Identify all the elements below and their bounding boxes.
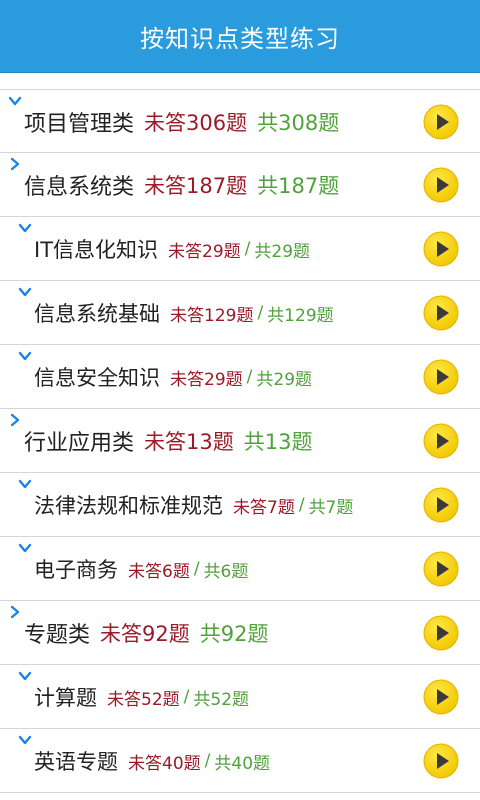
unanswered-count: 未答129题: [170, 305, 254, 326]
item-text: 计算题 未答52题 / 共52题: [34, 665, 249, 729]
chevron-down-icon[interactable]: [8, 94, 22, 108]
item-text: 项目管理类 未答306题 共308题: [24, 90, 339, 154]
play-icon[interactable]: [422, 230, 460, 268]
item-text: 英语专题 未答40题 / 共40题: [34, 729, 270, 793]
item-title: 电子商务: [34, 558, 118, 582]
item-text: 电子商务 未答6题 / 共6题: [34, 537, 248, 601]
play-icon[interactable]: [422, 614, 460, 652]
total-count: 共129题: [267, 305, 334, 326]
item-title: 法律法规和标准规范: [34, 494, 223, 518]
total-count: 共13题: [243, 430, 313, 454]
list-item[interactable]: 计算题 未答52题 / 共52题: [0, 665, 480, 729]
chevron-down-icon[interactable]: [18, 477, 32, 491]
item-title: 信息安全知识: [34, 366, 160, 390]
play-icon[interactable]: [422, 294, 460, 332]
total-count: 共29题: [254, 241, 311, 262]
total-count: 共308题: [257, 111, 340, 135]
item-title: 信息系统类: [24, 175, 135, 200]
count-separator: /: [183, 687, 190, 707]
item-title: 行业应用类: [24, 431, 135, 456]
chevron-right-icon[interactable]: [8, 157, 22, 171]
category-list: 项目管理类 未答306题 共308题 信息系统类 未答187题 共187题 IT信息化知识未…: [0, 89, 480, 793]
list-item[interactable]: 项目管理类 未答306题 共308题: [0, 89, 480, 153]
item-title: 项目管理类: [24, 112, 135, 137]
unanswered-count: 未答52题: [107, 689, 180, 710]
list-item[interactable]: 法律法规和标准规范 未答7题 / 共7题: [0, 473, 480, 537]
list-item[interactable]: 专题类 未答92题 共92题: [0, 601, 480, 665]
item-text: 信息安全知识 未答29题 / 共29题: [34, 345, 312, 409]
list-item[interactable]: 英语专题 未答40题 / 共40题: [0, 729, 480, 793]
total-count: 共7题: [308, 497, 354, 518]
chevron-down-icon[interactable]: [18, 733, 32, 747]
total-count: 共29题: [256, 369, 313, 390]
item-text: IT信息化知识 未答29题 / 共29题: [34, 217, 310, 281]
play-icon[interactable]: [422, 678, 460, 716]
chevron-down-icon[interactable]: [18, 669, 32, 683]
play-icon[interactable]: [422, 550, 460, 588]
chevron-down-icon[interactable]: [18, 541, 32, 555]
count-separator: /: [193, 559, 200, 579]
count-separator: /: [298, 495, 305, 515]
chevron-down-icon[interactable]: [18, 221, 32, 235]
play-icon[interactable]: [422, 422, 460, 460]
item-text: 法律法规和标准规范 未答7题 / 共7题: [34, 473, 353, 537]
total-count: 共92题: [199, 622, 269, 646]
play-icon[interactable]: [422, 486, 460, 524]
total-count: 共6题: [203, 561, 249, 582]
item-text: 行业应用类 未答13题 共13题: [24, 409, 312, 473]
chevron-down-icon[interactable]: [18, 285, 32, 299]
total-count: 共40题: [214, 753, 271, 774]
list-item[interactable]: IT信息化知识 未答29题 / 共29题: [0, 217, 480, 281]
unanswered-count: 未答13题: [144, 430, 234, 454]
count-separator: /: [246, 367, 253, 387]
item-title: 信息系统基础: [34, 302, 160, 326]
total-count: 共52题: [193, 689, 250, 710]
play-icon[interactable]: [422, 166, 460, 204]
chevron-right-icon[interactable]: [8, 413, 22, 427]
unanswered-count: 未答92题: [100, 622, 190, 646]
item-title: 专题类: [24, 623, 91, 648]
unanswered-count: 未答29题: [168, 241, 241, 262]
play-icon[interactable]: [422, 103, 460, 141]
item-text: 信息系统类 未答187题 共187题: [24, 153, 339, 217]
app-header: 按知识点类型练习: [0, 0, 480, 73]
list-item[interactable]: 信息系统基础 未答129题 / 共129题: [0, 281, 480, 345]
item-title: IT信息化知识: [34, 238, 159, 262]
item-title: 英语专题: [34, 750, 118, 774]
list-item[interactable]: 行业应用类 未答13题 共13题: [0, 409, 480, 473]
unanswered-count: 未答40题: [128, 753, 201, 774]
list-item[interactable]: 信息系统类 未答187题 共187题: [0, 153, 480, 217]
unanswered-count: 未答187题: [144, 174, 248, 198]
item-title: 计算题: [34, 686, 97, 710]
play-icon[interactable]: [422, 358, 460, 396]
unanswered-count: 未答29题: [170, 369, 243, 390]
item-text: 专题类 未答92题 共92题: [24, 601, 268, 665]
unanswered-count: 未答7题: [233, 497, 295, 518]
list-item[interactable]: 电子商务 未答6题 / 共6题: [0, 537, 480, 601]
unanswered-count: 未答6题: [128, 561, 190, 582]
play-icon[interactable]: [422, 742, 460, 780]
count-separator: /: [257, 303, 264, 323]
count-separator: /: [244, 239, 251, 259]
total-count: 共187题: [257, 174, 340, 198]
chevron-down-icon[interactable]: [18, 349, 32, 363]
count-separator: /: [204, 751, 211, 771]
item-text: 信息系统基础 未答129题 / 共129题: [34, 281, 334, 345]
unanswered-count: 未答306题: [144, 111, 248, 135]
page-title: 按知识点类型练习: [140, 24, 340, 53]
chevron-right-icon[interactable]: [8, 605, 22, 619]
list-item[interactable]: 信息安全知识 未答29题 / 共29题: [0, 345, 480, 409]
